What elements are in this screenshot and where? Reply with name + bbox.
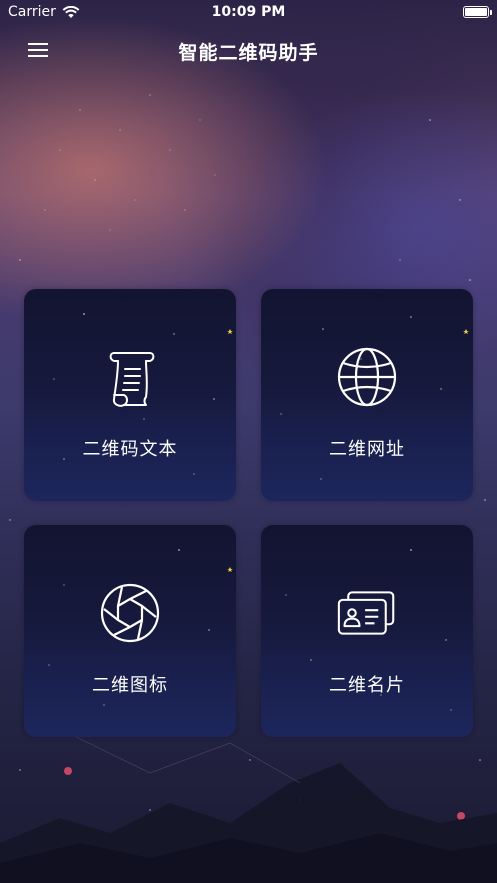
status-bar: Carrier 10:09 PM xyxy=(0,0,497,26)
card-qr-url[interactable]: 二维网址 xyxy=(261,289,473,501)
scroll-document-icon xyxy=(109,352,155,407)
navigation-bar: 智能二维码助手 xyxy=(0,26,497,74)
card-label: 二维图标 xyxy=(92,675,168,696)
business-card-icon xyxy=(337,591,395,635)
card-qr-business-card[interactable]: 二维名片 xyxy=(261,525,473,737)
card-qr-icon[interactable]: 二维图标 xyxy=(24,525,236,737)
page-title: 智能二维码助手 xyxy=(178,42,319,64)
battery-tip xyxy=(490,10,492,15)
camera-aperture-icon xyxy=(100,583,160,643)
status-time: 10:09 PM xyxy=(211,4,286,20)
card-label: 二维名片 xyxy=(329,675,405,696)
card-label: 二维网址 xyxy=(329,439,405,460)
battery-icon xyxy=(463,6,492,18)
mountain-silhouette xyxy=(0,732,497,883)
card-qr-text[interactable]: 二维码文本 xyxy=(24,289,236,501)
globe-icon xyxy=(337,347,397,407)
battery-level xyxy=(465,8,487,16)
card-label: 二维码文本 xyxy=(82,439,178,460)
